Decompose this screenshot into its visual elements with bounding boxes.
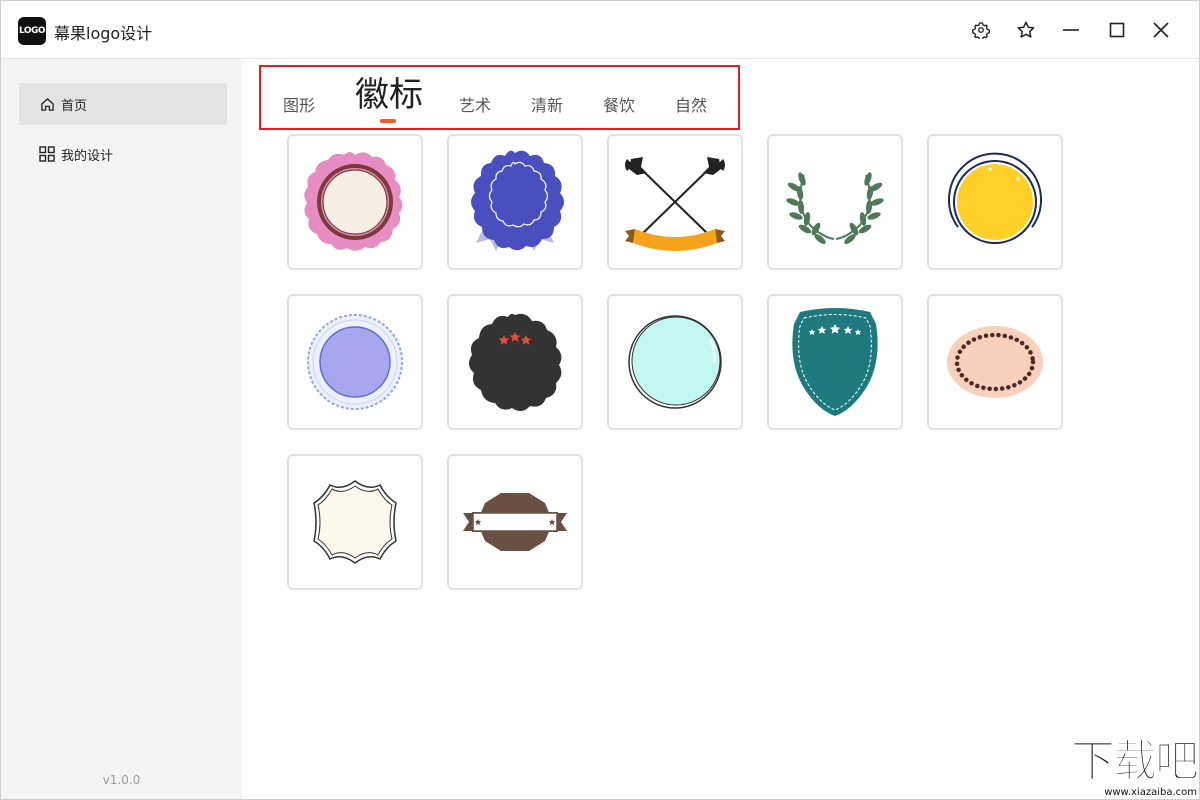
watermark-title: 下载吧 [1071, 736, 1200, 787]
category-tabs: 图形 徽标 艺术 清新 餐饮 自然 [259, 65, 740, 130]
badge-template-card[interactable] [447, 294, 583, 430]
grid-icon [39, 146, 55, 162]
maximize-icon [1109, 22, 1125, 38]
sidebar: 首页 我的设计 v1.0.0 [1, 59, 242, 799]
tab-nature[interactable]: 自然 [675, 92, 707, 116]
badge-template-card[interactable] [607, 294, 743, 430]
badge-template-card[interactable] [287, 134, 423, 270]
watermark: 下载吧 www.xiazaiba.com [1061, 736, 1200, 800]
settings-button[interactable] [966, 15, 996, 45]
badge-template-card[interactable] [447, 454, 583, 590]
cream-frame-badge [313, 480, 397, 564]
gear-icon [972, 22, 990, 39]
badge-template-card[interactable] [447, 134, 583, 270]
crossed-axes-ribbon-badge [625, 157, 725, 251]
tab-fresh[interactable]: 清新 [531, 92, 563, 116]
app-title: 幕果logo设计 [54, 24, 153, 43]
active-tab-indicator [380, 119, 396, 123]
home-icon [39, 96, 55, 112]
app-window: LOGO 幕果logo设计 首页 我的设计 v1.0.0 图形 徽标 艺术 清新… [0, 0, 1200, 800]
sidebar-item-label: 我的设计 [61, 148, 114, 164]
badge-template-card[interactable] [927, 294, 1063, 430]
version-label: v1.0.0 [102, 773, 141, 787]
close-icon [1153, 22, 1169, 38]
badge-template-card[interactable] [927, 134, 1063, 270]
lavender-lace-circle-badge [307, 314, 403, 410]
badge-template-card[interactable] [767, 134, 903, 270]
teal-shield-badge [792, 308, 878, 416]
favorite-button[interactable] [1011, 15, 1041, 45]
tab-art[interactable]: 艺术 [459, 92, 491, 116]
badge-template-card[interactable] [767, 294, 903, 430]
sidebar-item-label: 首页 [61, 98, 88, 114]
mint-circle-badge [628, 315, 722, 409]
minimize-icon [1063, 29, 1079, 31]
tab-food[interactable]: 餐饮 [603, 92, 635, 116]
blue-rosette-badge [471, 150, 564, 251]
badge-template-card[interactable] [287, 454, 423, 590]
title-bar: LOGO 幕果logo设计 [1, 1, 1199, 59]
star-icon [1017, 21, 1035, 38]
maximize-button[interactable] [1102, 15, 1132, 45]
yellow-circle-badge [948, 152, 1042, 244]
pink-scalloped-badge [304, 152, 403, 251]
badge-template-card[interactable] [287, 294, 423, 430]
dark-scalloped-star-badge [468, 313, 562, 412]
sidebar-item-home[interactable]: 首页 [19, 83, 227, 125]
tab-badges[interactable]: 徽标 [355, 67, 423, 116]
laurel-wreath-badge [786, 172, 884, 245]
app-logo: LOGO [18, 17, 46, 45]
close-button[interactable] [1146, 15, 1176, 45]
tab-shapes[interactable]: 图形 [283, 92, 315, 116]
minimize-button[interactable] [1056, 15, 1086, 45]
peach-beaded-oval-badge [947, 326, 1043, 398]
sidebar-item-my-designs[interactable]: 我的设计 [19, 133, 227, 175]
watermark-url: www.xiazaiba.com [1104, 787, 1197, 798]
brown-banner-badge [463, 493, 567, 551]
badge-template-card[interactable] [607, 134, 743, 270]
